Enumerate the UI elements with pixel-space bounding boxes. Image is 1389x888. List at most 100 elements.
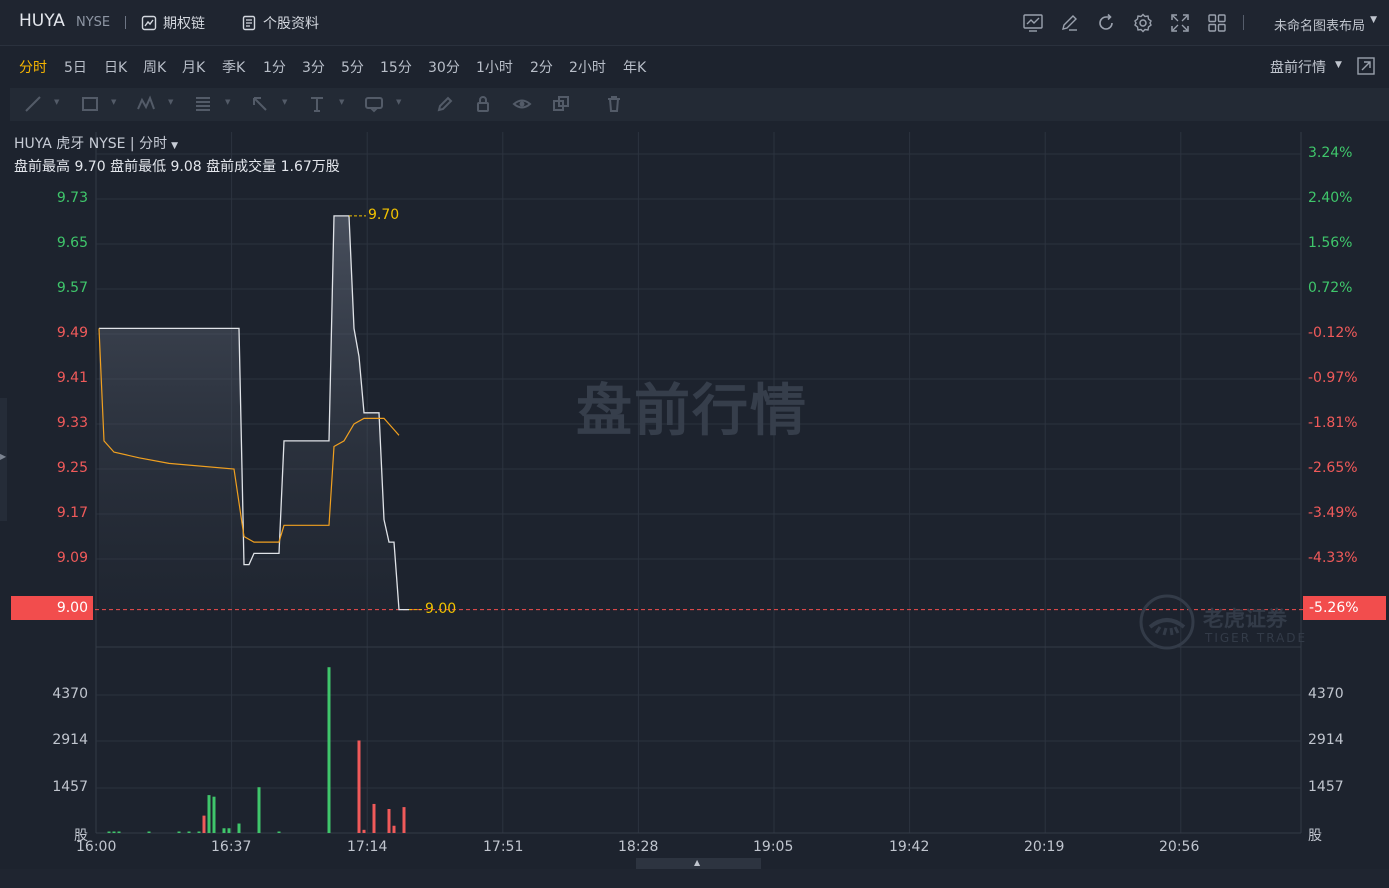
- period-tab-2min[interactable]: 2分: [530, 57, 553, 77]
- text-tool-icon[interactable]: [307, 94, 327, 114]
- period-tab-year[interactable]: 年K: [623, 57, 646, 77]
- volume-unit-label: 股: [1308, 828, 1322, 844]
- toolbar-divider: [1243, 15, 1244, 30]
- refresh-icon[interactable]: [1095, 12, 1117, 34]
- pen-icon[interactable]: [435, 94, 455, 114]
- volume-axis-label: 1457: [1308, 779, 1344, 795]
- options-chain-button[interactable]: 期权链: [141, 13, 205, 33]
- lock-icon[interactable]: [473, 94, 493, 114]
- text-tool-caret-icon[interactable]: ▼: [339, 98, 344, 106]
- grid-layout-icon[interactable]: [1206, 12, 1228, 34]
- rectangle-tool-icon[interactable]: [80, 94, 100, 114]
- volume-bar: [387, 809, 391, 833]
- volume-bar: [227, 828, 231, 833]
- volume-bar: [277, 831, 281, 833]
- period-tab-3m[interactable]: 3分: [302, 57, 325, 77]
- stock-symbol[interactable]: HUYA: [19, 11, 65, 31]
- volume-bar: [212, 796, 216, 833]
- line-tool-caret-icon[interactable]: ▼: [54, 98, 59, 106]
- period-tab-month[interactable]: 月K: [182, 57, 205, 77]
- chart-settings-icon[interactable]: [1022, 12, 1044, 34]
- eye-icon[interactable]: [512, 94, 532, 114]
- layout-selector[interactable]: 未命名图表布局: [1274, 15, 1365, 34]
- options-chain-label: 期权链: [163, 16, 205, 32]
- copy-icon[interactable]: [551, 94, 571, 114]
- time-axis-label: 17:14: [347, 839, 388, 855]
- pct-axis-label: -1.81%: [1308, 415, 1358, 431]
- period-tab-quarter[interactable]: 季K: [222, 57, 245, 77]
- high-price-label: 9.70: [368, 207, 400, 223]
- expand-icon[interactable]: [1356, 56, 1376, 76]
- period-tab-1h[interactable]: 1小时: [476, 57, 513, 77]
- footer-bar: [0, 869, 1389, 888]
- volume-axis-label: 2914: [1308, 732, 1344, 748]
- pct-axis-label: -0.12%: [1308, 325, 1358, 341]
- arrow-tool-icon[interactable]: [250, 94, 270, 114]
- time-axis-label: 18:28: [618, 839, 659, 855]
- comment-tool-caret-icon[interactable]: ▼: [396, 98, 401, 106]
- chart-title-caret-icon[interactable]: ▼: [171, 141, 178, 151]
- volume-bar: [197, 831, 201, 833]
- session-caret-icon[interactable]: ▼: [1335, 60, 1342, 70]
- fullscreen-icon[interactable]: [1169, 12, 1191, 34]
- price-area-fill: [99, 215, 409, 610]
- broker-logo-cn: 老虎证券: [1203, 607, 1287, 631]
- tiger-logo-icon: [1139, 594, 1195, 650]
- period-tab-30m[interactable]: 30分: [428, 57, 460, 77]
- volume-bar: [237, 823, 241, 833]
- header-divider: [125, 16, 126, 29]
- pct-axis-label: -3.49%: [1308, 505, 1358, 521]
- fib-tool-caret-icon[interactable]: ▼: [225, 98, 230, 106]
- line-tool-icon[interactable]: [23, 94, 43, 114]
- session-selector[interactable]: 盘前行情: [1270, 57, 1326, 77]
- premarket-stats: 盘前最高 9.70 盘前最低 9.08 盘前成交量 1.67万股: [14, 159, 340, 175]
- pct-axis-label: 2.40%: [1308, 190, 1353, 206]
- time-axis-label: 16:00: [76, 839, 117, 855]
- broker-logo-en: TIGER TRADE: [1205, 631, 1308, 645]
- price-axis-label: 9.41: [56, 370, 88, 386]
- volume-axis-label: 4370: [1308, 686, 1344, 702]
- period-tab-intraday[interactable]: 分时: [19, 57, 47, 77]
- low-price-label: 9.00: [425, 601, 457, 617]
- trash-icon[interactable]: [604, 94, 624, 114]
- gear-icon[interactable]: [1132, 12, 1154, 34]
- pct-axis-label: 0.72%: [1308, 280, 1353, 296]
- edit-icon[interactable]: [1058, 12, 1080, 34]
- period-tab-5d[interactable]: 5日: [64, 57, 87, 77]
- period-tab-week[interactable]: 周K: [143, 57, 166, 77]
- chart-title: HUYA 虎牙 NYSE | 分时: [14, 136, 168, 152]
- top-header: HUYA NYSE 期权链 个股资料 未命名图表布局 ▼: [0, 0, 1389, 46]
- pct-axis-label: 1.56%: [1308, 235, 1353, 251]
- volume-bar: [147, 831, 151, 833]
- document-icon: [242, 15, 256, 31]
- volume-bar: [177, 831, 181, 833]
- pattern-tool-icon[interactable]: [136, 94, 156, 114]
- time-axis-label: 16:37: [211, 839, 252, 855]
- pattern-tool-caret-icon[interactable]: ▼: [168, 98, 173, 106]
- period-tab-5m[interactable]: 5分: [341, 57, 364, 77]
- fib-tool-icon[interactable]: [193, 94, 213, 114]
- volume-bar: [362, 829, 366, 833]
- current-price-tag: 9.00: [11, 596, 93, 620]
- arrow-tool-caret-icon[interactable]: ▼: [282, 98, 287, 106]
- price-axis-label: 9.25: [56, 460, 88, 476]
- rectangle-tool-caret-icon[interactable]: ▼: [111, 98, 116, 106]
- chart-title-line[interactable]: HUYA 虎牙 NYSE | 分时 ▼: [14, 133, 178, 153]
- period-tab-day[interactable]: 日K: [104, 57, 127, 77]
- stock-profile-label: 个股资料: [263, 16, 319, 32]
- period-tab-2h[interactable]: 2小时: [569, 57, 606, 77]
- stock-profile-button[interactable]: 个股资料: [241, 13, 319, 33]
- time-axis-label: 20:19: [1024, 839, 1065, 855]
- layout-caret-icon[interactable]: ▼: [1370, 15, 1377, 25]
- volume-unit-label: 股: [74, 828, 88, 844]
- time-axis-label: 19:42: [889, 839, 930, 855]
- volume-bar: [357, 740, 361, 833]
- period-tab-15m[interactable]: 15分: [380, 57, 412, 77]
- comment-tool-icon[interactable]: [364, 94, 384, 114]
- period-tab-1m[interactable]: 1分: [263, 57, 286, 77]
- intraday-chart[interactable]: [0, 123, 1389, 865]
- volume-bar: [117, 831, 121, 833]
- price-axis-label: 9.57: [56, 280, 88, 296]
- bottom-panel-arrow-icon[interactable]: ▲: [694, 858, 700, 867]
- volume-bar: [107, 831, 111, 833]
